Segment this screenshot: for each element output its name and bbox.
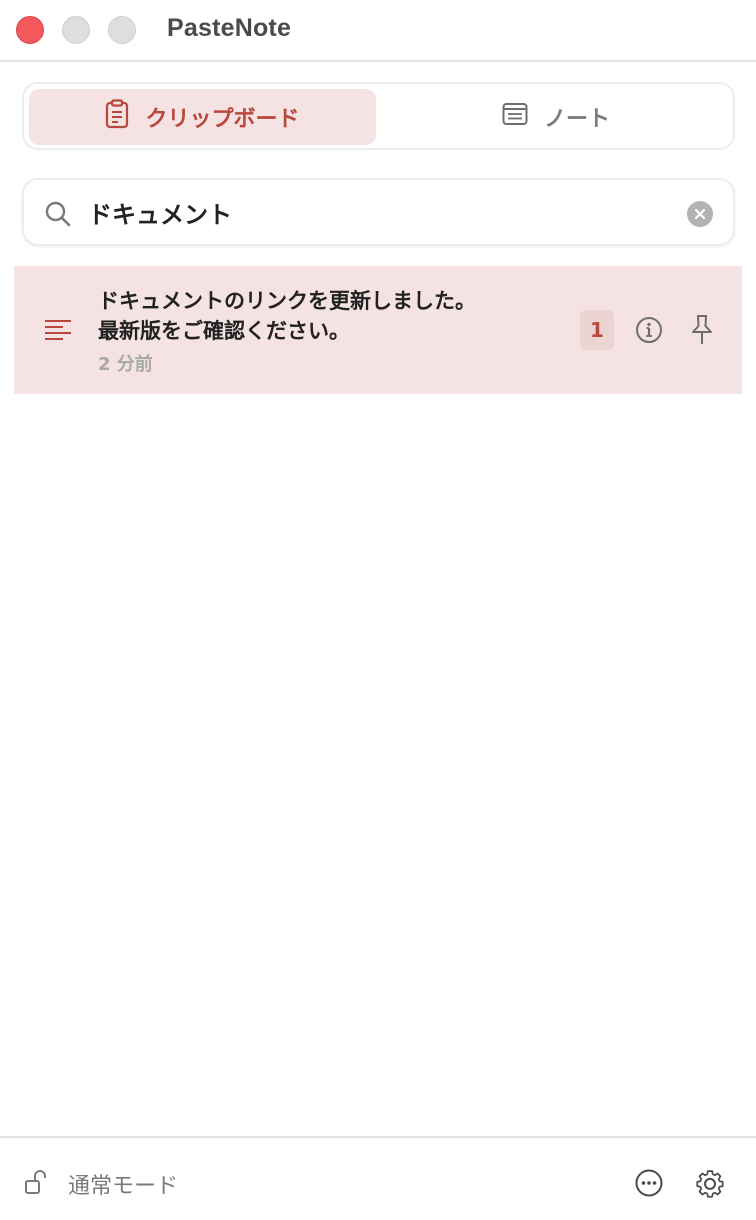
text-lines-icon <box>44 318 72 346</box>
item-text-line: 最新版をご確認ください。 <box>98 319 350 343</box>
pin-button[interactable] <box>689 314 715 350</box>
window-close-button[interactable] <box>16 16 44 44</box>
copy-count-badge: 1 <box>580 310 614 350</box>
mode-tabs: クリップボード ノート <box>22 82 735 150</box>
info-icon <box>636 317 662 343</box>
tab-notes-label: ノート <box>543 107 610 132</box>
item-text: ドキュメントのリンクを更新しました。 最新版をご確認ください。 <box>98 286 568 346</box>
more-icon <box>635 1169 663 1197</box>
close-icon <box>694 208 706 220</box>
footer-bar: 通常モード <box>0 1136 756 1220</box>
settings-button[interactable] <box>694 1166 726 1202</box>
item-timestamp: 2 分前 <box>98 354 153 375</box>
title-bar: PasteNote <box>0 0 756 62</box>
item-text-line: ドキュメントのリンクを更新しました。 <box>98 289 476 313</box>
app-title: PasteNote <box>167 14 292 42</box>
clipboard-icon <box>105 99 129 135</box>
list-item[interactable]: ドキュメントのリンクを更新しました。 最新版をご確認ください。 2 分前 1 <box>14 266 742 394</box>
window-minimize-button[interactable] <box>62 16 90 44</box>
more-button[interactable] <box>634 1168 664 1202</box>
mode-label: 通常モード <box>68 1174 179 1199</box>
clear-search-button[interactable] <box>687 201 713 227</box>
tab-clipboard-label: クリップボード <box>145 107 300 132</box>
search-input[interactable] <box>88 192 668 232</box>
pin-icon <box>692 315 712 344</box>
gear-icon <box>696 1170 724 1198</box>
unlock-icon[interactable] <box>24 1168 50 1200</box>
window-zoom-button[interactable] <box>108 16 136 44</box>
search-box <box>22 178 735 246</box>
tab-clipboard[interactable]: クリップボード <box>29 89 376 145</box>
note-icon <box>502 102 528 132</box>
tab-notes[interactable]: ノート <box>384 89 728 145</box>
info-button[interactable] <box>635 316 663 348</box>
search-icon <box>44 200 72 232</box>
